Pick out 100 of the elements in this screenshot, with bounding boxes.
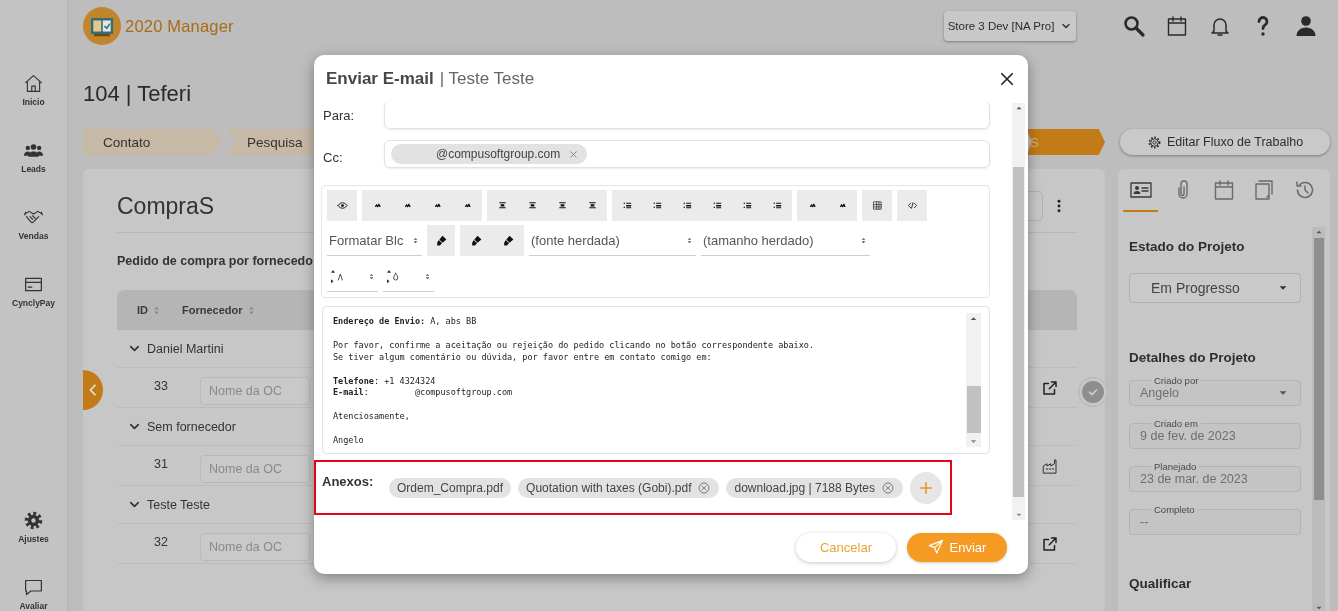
store-dropdown[interactable]: Store 3 Dev [NA Pro] xyxy=(944,11,1076,41)
app-name: 2020 Manager xyxy=(125,16,234,36)
align-icon xyxy=(586,200,598,211)
nav-item[interactable]: Ajustes xyxy=(18,510,49,544)
send-icon xyxy=(927,539,944,555)
section-heading: Qualificar xyxy=(1129,576,1193,592)
group-name: Teste Teste xyxy=(147,497,210,512)
field-label: Para: xyxy=(322,107,356,123)
email-paragraph: Atenciosamente, xyxy=(333,411,411,424)
close-button[interactable] xyxy=(998,70,1016,88)
remove-icon[interactable] xyxy=(697,480,712,495)
dropdown-arrows-icon xyxy=(859,235,868,245)
toolbar-button[interactable] xyxy=(460,225,492,256)
name-field[interactable]: Nome da OC xyxy=(200,454,310,483)
column-header[interactable]: ID xyxy=(137,304,162,316)
toolbar-button[interactable] xyxy=(492,225,524,256)
scrollbar-thumb[interactable] xyxy=(1313,238,1324,500)
group-name: Sem fornecedor xyxy=(147,419,236,434)
home-icon xyxy=(23,73,44,94)
eye-icon xyxy=(336,200,348,211)
external-link-icon[interactable] xyxy=(1041,378,1059,397)
collapse-handle[interactable] xyxy=(83,370,103,410)
scrollbar-thumb[interactable] xyxy=(966,386,981,433)
table-icon xyxy=(871,200,883,211)
group-name: Daniel Martini xyxy=(147,341,224,356)
table-cell-text: 31 xyxy=(153,456,169,471)
calendar-icon[interactable] xyxy=(1165,14,1189,38)
section-heading: Estado do Projeto xyxy=(1129,239,1246,255)
email-paragraph: Angelo xyxy=(333,435,365,447)
list-icon xyxy=(651,200,663,211)
workflow-stage[interactable]: Contato xyxy=(83,129,223,155)
brush-icon xyxy=(434,234,448,247)
section-heading: Detalhes do Projeto xyxy=(1129,350,1257,366)
field-label: Criado por xyxy=(1153,375,1200,386)
complete-button[interactable] xyxy=(1078,377,1108,407)
add-attachment-button[interactable] xyxy=(910,471,943,504)
search-icon[interactable] xyxy=(1122,14,1146,38)
font-select[interactable]: (fonte herdada) xyxy=(529,225,696,256)
date-field[interactable]: Criado em 9 de fev. de 2023 xyxy=(1129,418,1301,449)
close-icon[interactable] xyxy=(568,148,580,160)
column-header[interactable]: Fornecedor xyxy=(182,304,257,316)
email-paragraph: Telefone: +1 4324324 E-mail: @compusoftgroup.com xyxy=(333,375,514,400)
remove-icon[interactable] xyxy=(881,480,896,495)
email-paragraph: Endereço de Envio: A, abs BB xyxy=(333,316,478,328)
nav-item[interactable]: Leads xyxy=(21,140,46,174)
user-icon[interactable] xyxy=(1294,14,1318,38)
email-chip[interactable]: @compusoftgroup.com xyxy=(391,144,588,164)
dropdown-arrows-icon xyxy=(411,235,420,245)
list-icon xyxy=(621,200,633,211)
external-link-icon[interactable] xyxy=(1041,534,1059,553)
close-icon xyxy=(998,70,1016,88)
scrollbar[interactable] xyxy=(966,313,981,447)
section-heading: Pedido de compra por fornecedo xyxy=(117,253,314,269)
date-field[interactable]: Planejado 23 de mar. de 2023 xyxy=(1129,461,1301,492)
field-label: Criado em xyxy=(1153,418,1199,429)
select-field[interactable]: Criado por Angelo xyxy=(1129,375,1301,406)
recipient-field[interactable]: @compusoftgroup.com xyxy=(384,140,990,168)
nav-item[interactable]: Inicio xyxy=(22,73,45,107)
dropdown-arrows-icon xyxy=(685,235,694,245)
sort-icon xyxy=(151,304,162,316)
dialog-title: Enviar E-mail xyxy=(326,69,434,89)
message-editor[interactable] xyxy=(322,306,990,454)
page-title: 104 | Teferi xyxy=(83,81,192,106)
brush-icon xyxy=(501,234,515,247)
nav-item[interactable]: CynclyPay xyxy=(12,274,55,308)
status-select[interactable]: Em Progresso xyxy=(1129,273,1301,303)
edit-workflow-button[interactable]: Editar Fluxo de Trabalho xyxy=(1120,129,1330,155)
scrollbar[interactable] xyxy=(1312,227,1325,611)
brush-icon xyxy=(469,234,483,247)
date-field[interactable]: Completo -- xyxy=(1129,504,1301,535)
table-cell-text: 32 xyxy=(153,534,169,549)
factory-icon[interactable] xyxy=(1041,456,1059,475)
attachment-chip[interactable]: Quotation with taxes (Gobi).pdf xyxy=(518,477,720,498)
list-icon xyxy=(711,200,723,211)
align-icon xyxy=(556,200,568,211)
dropdown-arrows-icon xyxy=(423,271,432,281)
scrollbar[interactable] xyxy=(1012,103,1025,520)
nav-item[interactable]: Avaliar xyxy=(19,577,48,611)
name-field[interactable]: Nome da OC xyxy=(200,376,310,405)
name-field[interactable]: Nome da OC xyxy=(200,532,310,561)
table-cell-text: 33 xyxy=(153,378,169,393)
dialog-subtitle: | Teste Teste xyxy=(439,69,535,89)
align-icon xyxy=(496,200,508,211)
font-size-icon xyxy=(329,268,345,284)
field-label: Anexos: xyxy=(322,473,375,489)
size-select[interactable]: (tamanho herdado) xyxy=(701,225,870,256)
attachment-chip[interactable]: Ordem_Compra.pdf xyxy=(389,477,512,498)
scrollbar-thumb[interactable] xyxy=(1013,167,1024,497)
toolbar-button[interactable] xyxy=(427,225,455,256)
card-title: CompraS xyxy=(117,192,215,220)
nav-item[interactable]: Vendas xyxy=(18,207,49,241)
drop-icon xyxy=(385,268,401,284)
list-icon xyxy=(741,200,753,211)
attachment-chip[interactable]: download.jpg | 7188 Bytes xyxy=(726,477,904,498)
dropdown-arrows-icon xyxy=(367,271,376,281)
code-icon xyxy=(906,200,918,211)
align-icon xyxy=(526,200,538,211)
field-label: Planejado xyxy=(1153,461,1198,472)
format-select[interactable]: Formatar Blc xyxy=(327,225,422,256)
email-paragraph: Por favor, confirme a aceitação ou rejeição do pedido clicando no botão correspondente abaixo. Se tiver algum comentário ou dúvida, por favor entre em contato comigo em: xyxy=(333,339,816,364)
